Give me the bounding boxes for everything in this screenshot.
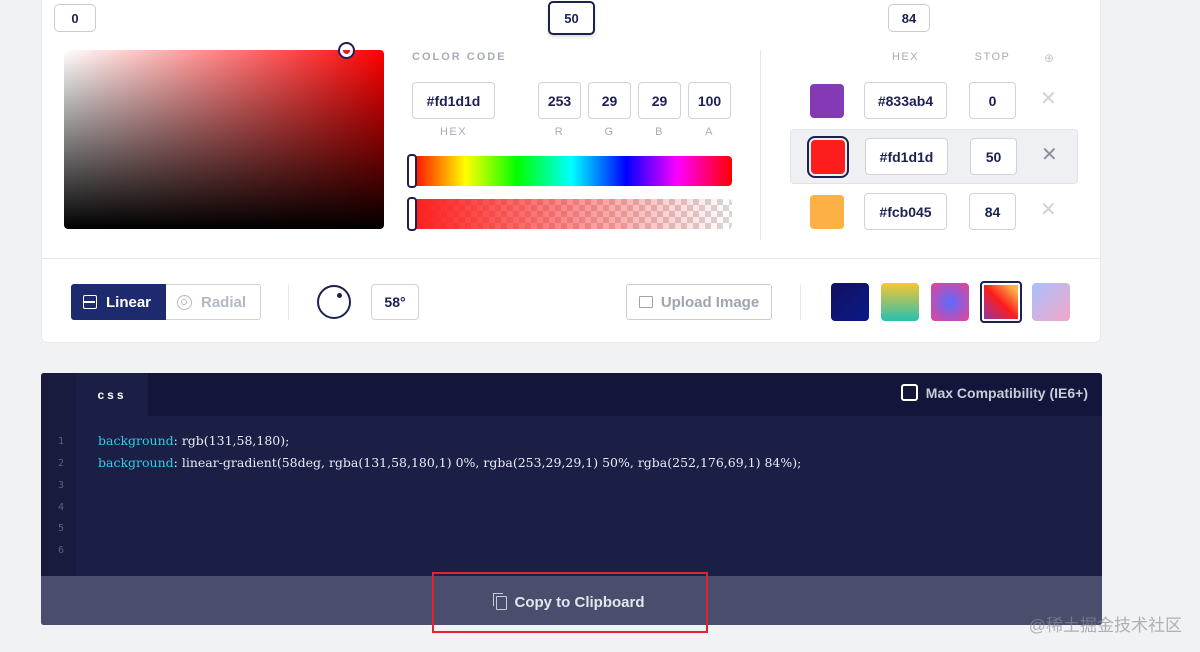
line-number: 2	[57, 458, 64, 469]
preset-lilac-pink[interactable]	[1032, 283, 1070, 321]
close-icon[interactable]: ✕	[1040, 86, 1057, 111]
saturation-handle[interactable]	[338, 42, 355, 59]
gradient-editor-card: 0 50 84 COLOR CODE #fd1d1d 253 29 29 100…	[41, 0, 1101, 343]
g-caption: G	[604, 126, 615, 138]
watermark: @稀土掘金技术社区	[1028, 616, 1182, 635]
b-caption: B	[655, 126, 664, 138]
line-number: 6	[57, 545, 64, 556]
alpha-input[interactable]: 100	[688, 82, 731, 119]
red-input[interactable]: 253	[538, 82, 581, 119]
stop-row-84[interactable]: #fcb045 84 ✕	[790, 185, 1078, 240]
hex-caption: HEX	[439, 126, 468, 138]
blue-input[interactable]: 29	[638, 82, 681, 119]
max-compatibility-label: Max Compatibility (IE6+)	[925, 384, 1088, 401]
code-line-2: background: linear-gradient(58deg, rgba(…	[98, 455, 801, 470]
tab-css[interactable]: css	[76, 373, 148, 416]
preset-current[interactable]	[980, 281, 1022, 323]
alpha-slider[interactable]	[411, 199, 732, 229]
linear-label: Linear	[106, 293, 152, 311]
stop-color-swatch[interactable]	[810, 195, 844, 229]
line-number: 1	[57, 436, 64, 447]
angle-dial[interactable]	[317, 285, 351, 319]
radial-label: Radial	[201, 293, 247, 311]
max-compatibility-toggle[interactable]: Max Compatibility (IE6+)	[900, 384, 1088, 401]
r-caption: R	[554, 126, 565, 138]
stop-hex-input[interactable]: #fcb045	[864, 193, 947, 230]
preset-navy[interactable]	[831, 283, 869, 321]
stop-marker-0[interactable]: 0	[54, 4, 96, 32]
copy-to-clipboard-label: Copy to Clipboard	[514, 594, 645, 611]
radial-toggle-button[interactable]: Radial	[166, 284, 261, 320]
hex-input[interactable]: #fd1d1d	[412, 82, 495, 119]
toolbar-separator	[800, 284, 801, 320]
stop-color-swatch[interactable]	[810, 84, 844, 118]
hue-slider[interactable]	[411, 156, 732, 186]
image-icon	[638, 296, 653, 308]
color-code-label: COLOR CODE	[412, 51, 507, 63]
stop-position-input[interactable]: 50	[970, 138, 1017, 175]
css-property: background	[98, 433, 174, 448]
css-value: : linear-gradient(58deg, rgba(131,58,180…	[173, 455, 802, 470]
stop-row-0[interactable]: #833ab4 0 ✕	[790, 74, 1078, 129]
preset-pink-blue[interactable]	[931, 283, 969, 321]
close-icon[interactable]: ✕	[1040, 197, 1057, 222]
stop-column-header: STOP	[974, 51, 1011, 63]
stop-marker-50[interactable]: 50	[548, 1, 595, 35]
stop-position-input[interactable]: 84	[969, 193, 1016, 230]
linear-icon	[83, 295, 97, 309]
stop-row-50[interactable]: #fd1d1d 50 ✕	[790, 129, 1078, 184]
toolbar-separator	[288, 284, 289, 320]
line-number: 3	[57, 480, 64, 491]
linear-toggle-button[interactable]: Linear	[71, 284, 166, 320]
stop-hex-input[interactable]: #833ab4	[864, 82, 947, 119]
upload-image-button[interactable]: Upload Image	[626, 284, 772, 320]
radial-icon	[177, 294, 192, 310]
green-input[interactable]: 29	[588, 82, 631, 119]
upload-image-label: Upload Image	[660, 293, 760, 311]
copy-icon	[492, 592, 507, 610]
panel-divider	[760, 50, 761, 240]
a-caption: A	[705, 126, 714, 138]
css-property: background	[98, 455, 174, 470]
stop-position-input[interactable]: 0	[969, 82, 1016, 119]
hex-column-header: HEX	[891, 51, 920, 63]
angle-dial-dot	[337, 293, 342, 298]
code-line-1: background: rgb(131,58,180);	[98, 433, 289, 448]
line-number: 4	[57, 502, 64, 513]
max-compatibility-checkbox[interactable]	[900, 384, 918, 401]
stop-color-swatch[interactable]	[807, 136, 849, 178]
copy-to-clipboard-button[interactable]: Copy to Clipboard	[432, 572, 708, 633]
line-number: 5	[57, 523, 64, 534]
preset-gold-teal[interactable]	[881, 283, 919, 321]
saturation-picker[interactable]	[64, 50, 384, 229]
toolbar-divider	[42, 258, 1100, 259]
close-icon[interactable]: ✕	[1041, 142, 1058, 167]
plus-circle-icon[interactable]: ⊕	[1044, 51, 1054, 65]
stop-marker-84[interactable]: 84	[888, 4, 930, 32]
css-value: : rgb(131,58,180);	[173, 433, 290, 448]
stop-hex-input[interactable]: #fd1d1d	[865, 138, 948, 175]
hue-slider-handle[interactable]	[407, 154, 417, 188]
angle-input[interactable]: 58°	[371, 284, 419, 320]
alpha-slider-handle[interactable]	[407, 197, 417, 231]
